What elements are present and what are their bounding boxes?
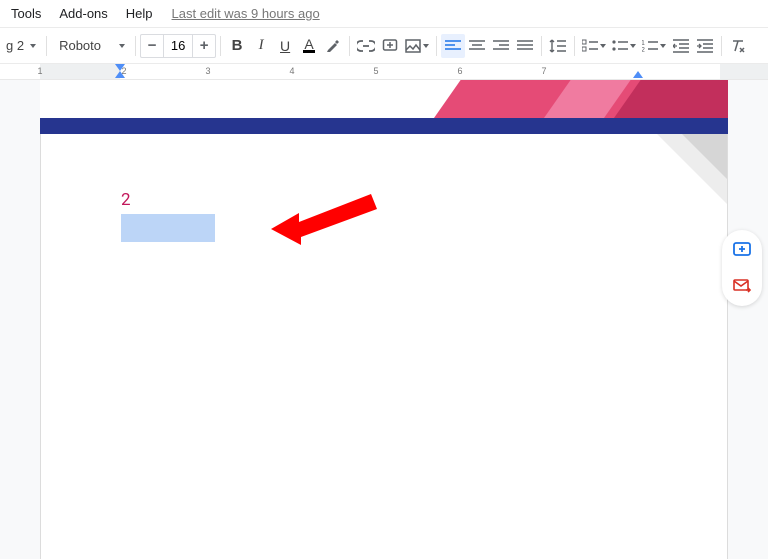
- bulleted-list-button[interactable]: [609, 34, 639, 58]
- separator: [721, 36, 722, 56]
- numbered-list-icon: 12: [642, 39, 658, 53]
- separator: [220, 36, 221, 56]
- separator: [436, 36, 437, 56]
- svg-text:2: 2: [642, 47, 645, 53]
- align-right-icon: [493, 40, 509, 52]
- clear-formatting-icon: [730, 39, 746, 53]
- add-comment-button[interactable]: [728, 236, 756, 264]
- menu-tools[interactable]: Tools: [2, 2, 50, 25]
- document-page[interactable]: 2: [40, 134, 728, 559]
- chevron-down-icon: [30, 44, 36, 48]
- image-icon: [405, 39, 421, 53]
- ruler-number: 4: [289, 66, 294, 76]
- italic-button[interactable]: I: [249, 34, 273, 58]
- annotation-arrow-icon: [271, 189, 381, 249]
- comment-plus-icon: [382, 38, 398, 54]
- last-edit-link[interactable]: Last edit was 9 hours ago: [172, 6, 320, 21]
- chevron-down-icon: [630, 44, 636, 48]
- highlight-color-button[interactable]: [321, 34, 345, 58]
- floating-actions: [722, 230, 762, 306]
- numbered-list-button[interactable]: 12: [639, 34, 669, 58]
- text-color-button[interactable]: A: [297, 34, 321, 58]
- chevron-down-icon: [600, 44, 606, 48]
- ruler-number: 1: [37, 66, 42, 76]
- align-justify-icon: [517, 40, 533, 52]
- chevron-down-icon: [119, 44, 125, 48]
- paragraph-style-select[interactable]: g 2: [4, 34, 42, 58]
- chevron-down-icon: [423, 44, 429, 48]
- align-right-button[interactable]: [489, 34, 513, 58]
- ruler-number: 5: [373, 66, 378, 76]
- text-selection[interactable]: [121, 214, 215, 242]
- align-justify-button[interactable]: [513, 34, 537, 58]
- first-line-indent-marker[interactable]: [115, 64, 125, 71]
- line-spacing-icon: [549, 39, 567, 53]
- separator: [574, 36, 575, 56]
- email-collaborators-button[interactable]: [728, 272, 756, 300]
- ruler-ticks: 1 2 3 4 5 6 7: [40, 64, 768, 79]
- svg-text:1: 1: [642, 40, 645, 47]
- font-family-select[interactable]: Roboto: [51, 34, 131, 58]
- decrease-font-button[interactable]: −: [141, 35, 163, 57]
- align-center-button[interactable]: [465, 34, 489, 58]
- insert-link-button[interactable]: [354, 34, 378, 58]
- right-indent-marker[interactable]: [633, 71, 643, 78]
- ruler-number: 3: [205, 66, 210, 76]
- heading-text[interactable]: 2: [121, 190, 131, 210]
- checklist-button[interactable]: [579, 34, 609, 58]
- increase-font-button[interactable]: +: [193, 35, 215, 57]
- font-size-input[interactable]: [163, 35, 193, 57]
- separator: [135, 36, 136, 56]
- left-indent-marker[interactable]: [115, 71, 125, 78]
- email-arrow-icon: [732, 276, 752, 296]
- insert-comment-button[interactable]: [378, 34, 402, 58]
- insert-image-button[interactable]: [402, 34, 432, 58]
- link-icon: [357, 40, 375, 52]
- ruler-number: 6: [457, 66, 462, 76]
- separator: [46, 36, 47, 56]
- line-spacing-button[interactable]: [546, 34, 570, 58]
- horizontal-ruler[interactable]: 1 2 3 4 5 6 7: [0, 64, 768, 80]
- menu-help[interactable]: Help: [117, 2, 162, 25]
- ruler-number: 7: [541, 66, 546, 76]
- highlighter-icon: [325, 38, 341, 54]
- decrease-indent-button[interactable]: [669, 34, 693, 58]
- increase-indent-button[interactable]: [693, 34, 717, 58]
- separator: [349, 36, 350, 56]
- text-color-icon: A: [303, 38, 314, 53]
- toolbar: g 2 Roboto − + B I U A: [0, 28, 768, 64]
- font-family-label: Roboto: [59, 38, 101, 53]
- clear-formatting-button[interactable]: [726, 34, 750, 58]
- bulleted-list-icon: [612, 39, 628, 53]
- outdent-icon: [673, 39, 689, 53]
- underline-button[interactable]: U: [273, 34, 297, 58]
- page-header-strip: [40, 118, 728, 134]
- document-canvas[interactable]: 2: [0, 80, 768, 559]
- align-center-icon: [469, 40, 485, 52]
- font-size-control: − +: [140, 34, 216, 58]
- paragraph-style-label: g 2: [6, 38, 24, 53]
- bold-button[interactable]: B: [225, 34, 249, 58]
- chevron-down-icon: [660, 44, 666, 48]
- separator: [541, 36, 542, 56]
- indent-icon: [697, 39, 713, 53]
- checklist-icon: [582, 39, 598, 53]
- comment-plus-icon: [732, 240, 752, 260]
- align-left-button[interactable]: [441, 34, 465, 58]
- align-left-icon: [445, 40, 461, 52]
- page-header-banner: [40, 80, 728, 118]
- menu-bar: Tools Add-ons Help Last edit was 9 hours…: [0, 0, 768, 28]
- menu-addons[interactable]: Add-ons: [50, 2, 116, 25]
- page-corner-fold-inner: [682, 134, 727, 179]
